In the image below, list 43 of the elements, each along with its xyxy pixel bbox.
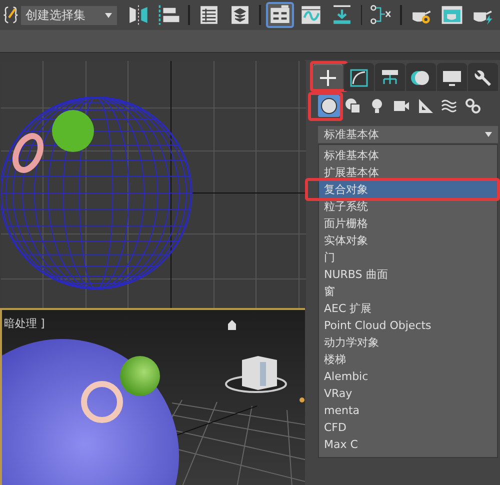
view-cube-drawing (225, 356, 287, 393)
list-item[interactable]: 窗 (319, 283, 497, 300)
plus-icon (317, 67, 339, 89)
viewport[interactable]: 暗处理 ] (0, 308, 305, 485)
panel-tab[interactable] (437, 63, 467, 91)
list-item[interactable]: 标准基本体 (319, 147, 497, 164)
viewport-label[interactable]: 暗处理 ] (4, 316, 45, 331)
small-sphere (120, 356, 160, 396)
list-item[interactable]: Max C (319, 436, 497, 453)
caret-icon (485, 132, 492, 137)
script-icon[interactable] (3, 4, 18, 26)
triangle-ruler-icon (416, 97, 434, 115)
list-item[interactable]: Point Cloud Objects (319, 317, 497, 334)
selection-set-dropdown[interactable]: 创建选择集 (21, 6, 118, 24)
toolbar-button[interactable] (266, 2, 294, 28)
list-item[interactable]: 门 (319, 249, 497, 266)
category-button[interactable] (318, 95, 340, 117)
gears-icon (464, 97, 482, 115)
list-item[interactable]: NURBS 曲面 (319, 266, 497, 283)
list-item[interactable]: AEC 扩展 (319, 300, 497, 317)
list-item[interactable]: menta (319, 402, 497, 419)
list-item[interactable]: 扩展基本体 (319, 164, 497, 181)
list-item[interactable]: 面片栅格 (319, 215, 497, 232)
shapes-icon (344, 97, 362, 115)
panel-tab[interactable] (406, 63, 436, 91)
panel-tab[interactable] (468, 63, 498, 91)
list-item[interactable]: CFD (319, 419, 497, 436)
list-item[interactable]: 动力学对象 (319, 334, 497, 351)
sphere-icon (320, 97, 338, 115)
list-item[interactable]: 粒子系统 (319, 198, 497, 215)
caret-icon (105, 12, 112, 18)
torus (81, 381, 123, 423)
panel-tab[interactable] (344, 63, 374, 91)
list-item[interactable]: 复合对象 (319, 181, 497, 198)
curve-square-icon (348, 67, 370, 89)
align-icon (157, 2, 182, 28)
list-item[interactable]: Alembic (319, 368, 497, 385)
waves-icon (440, 97, 458, 115)
object-type-dropdown[interactable]: 标准基本体 (318, 126, 498, 143)
panel-tab[interactable] (375, 63, 405, 91)
list-item[interactable]: VRay (319, 385, 497, 402)
list-item[interactable]: 楼梯 (319, 351, 497, 368)
list-item[interactable]: 实体对象 (319, 232, 497, 249)
